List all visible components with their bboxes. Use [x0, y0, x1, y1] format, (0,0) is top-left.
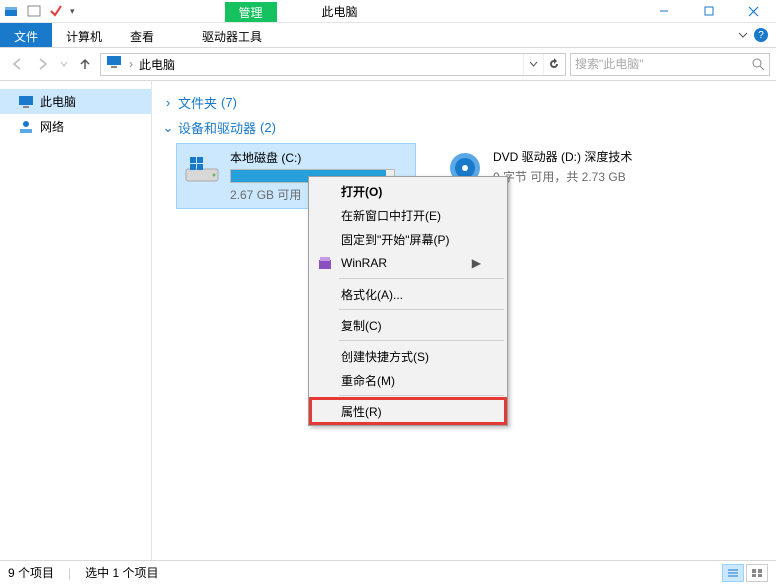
contextual-tab-manage[interactable]: 管理	[225, 2, 277, 22]
ribbon-tabs: 文件 计算机 查看 驱动器工具 ?	[0, 23, 776, 48]
minimize-button[interactable]	[641, 0, 686, 22]
title-bar: ▾ 管理 此电脑	[0, 0, 776, 23]
sidebar-item-network[interactable]: 网络	[0, 114, 151, 139]
context-menu: 打开(O) 在新窗口中打开(E) 固定到"开始"屏幕(P) WinRAR ▶ 格…	[308, 176, 508, 426]
up-button[interactable]	[74, 53, 96, 75]
menu-item-copy[interactable]: 复制(C)	[311, 313, 505, 337]
group-header-devices[interactable]: ⌄ 设备和驱动器 (2)	[162, 118, 766, 137]
tab-computer[interactable]: 计算机	[52, 23, 116, 47]
sidebar-item-label: 此电脑	[40, 93, 76, 110]
window-title: 此电脑	[322, 3, 358, 20]
network-icon	[18, 120, 34, 134]
tab-drive-tools[interactable]: 驱动器工具	[188, 23, 276, 47]
menu-item-pin-to-start[interactable]: 固定到"开始"屏幕(P)	[311, 227, 505, 251]
menu-item-create-shortcut[interactable]: 创建快捷方式(S)	[311, 344, 505, 368]
winrar-icon	[317, 255, 333, 271]
menu-item-open[interactable]: 打开(O)	[311, 179, 505, 203]
drive-name: 本地磁盘 (C:)	[230, 149, 395, 166]
search-icon[interactable]	[752, 58, 765, 71]
qat-dropdown-icon[interactable]: ▾	[70, 6, 75, 17]
menu-separator	[339, 278, 504, 279]
tab-file[interactable]: 文件	[0, 23, 52, 47]
group-header-folders[interactable]: › 文件夹 (7)	[162, 93, 766, 112]
tab-view[interactable]: 查看	[116, 23, 168, 47]
help-icon[interactable]: ?	[754, 28, 768, 42]
maximize-button[interactable]	[686, 0, 731, 22]
drive-free-text: 0 字节 可用，共 2.73 GB	[493, 168, 632, 185]
chevron-right-icon: ›	[162, 95, 174, 110]
close-button[interactable]	[731, 0, 776, 22]
group-count: (2)	[260, 120, 276, 135]
hdd-icon	[182, 149, 222, 189]
breadcrumb-root[interactable]: 此电脑	[135, 56, 179, 73]
address-dropdown-icon[interactable]	[523, 54, 543, 75]
system-menu-icon[interactable]	[0, 0, 22, 22]
status-selected-count: 选中 1 个项目	[85, 564, 158, 581]
search-input[interactable]	[575, 57, 752, 71]
sidebar-item-this-pc[interactable]: 此电脑	[0, 89, 151, 114]
search-box[interactable]	[570, 53, 770, 76]
recent-dropdown[interactable]	[58, 53, 70, 75]
menu-item-open-new-window[interactable]: 在新窗口中打开(E)	[311, 203, 505, 227]
status-bar: 9 个项目 | 选中 1 个项目	[0, 560, 776, 584]
this-pc-icon	[18, 95, 34, 109]
view-large-icons-button[interactable]	[746, 564, 768, 582]
navigation-pane: 此电脑 网络	[0, 81, 152, 560]
navigation-bar: › 此电脑	[0, 48, 776, 81]
menu-separator	[339, 340, 504, 341]
submenu-arrow-icon: ▶	[472, 256, 481, 270]
menu-separator	[339, 395, 504, 396]
view-details-button[interactable]	[722, 564, 744, 582]
address-bar[interactable]: › 此电脑	[100, 53, 566, 76]
chevron-down-icon: ⌄	[162, 120, 174, 136]
group-count: (7)	[221, 95, 237, 110]
menu-separator	[339, 309, 504, 310]
forward-button[interactable]	[32, 53, 54, 75]
this-pc-icon	[106, 55, 124, 73]
drive-name: DVD 驱动器 (D:) 深度技术	[493, 148, 632, 165]
group-label: 文件夹	[178, 93, 217, 112]
quick-access-toolbar: ▾	[22, 3, 75, 19]
menu-item-winrar[interactable]: WinRAR ▶	[311, 251, 505, 275]
menu-item-properties[interactable]: 属性(R)	[311, 399, 505, 423]
ribbon-expand-button[interactable]: ?	[730, 23, 776, 47]
back-button[interactable]	[6, 53, 28, 75]
status-item-count: 9 个项目	[8, 564, 54, 581]
refresh-button[interactable]	[543, 54, 563, 75]
qat-item-1-icon[interactable]	[26, 3, 42, 19]
menu-item-format[interactable]: 格式化(A)...	[311, 282, 505, 306]
qat-item-2-icon[interactable]	[48, 3, 64, 19]
menu-item-rename[interactable]: 重命名(M)	[311, 368, 505, 392]
breadcrumb-separator-icon[interactable]: ›	[127, 57, 135, 71]
sidebar-item-label: 网络	[40, 118, 64, 135]
group-label: 设备和驱动器	[178, 118, 256, 137]
